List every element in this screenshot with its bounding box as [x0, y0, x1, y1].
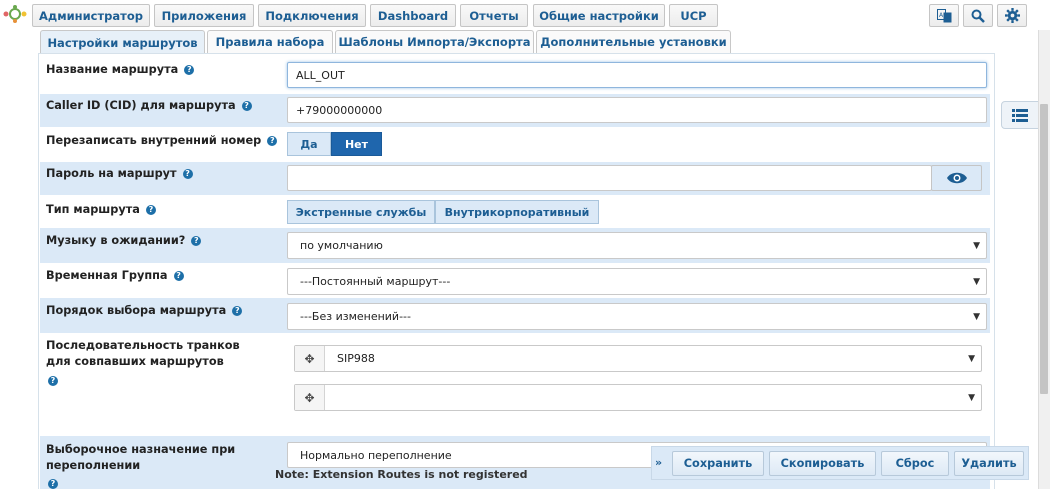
- settings-button[interactable]: [997, 4, 1027, 27]
- overwrite-no-button[interactable]: Нет: [331, 132, 382, 156]
- translate-button[interactable]: A: [929, 4, 959, 27]
- route-type-label: Тип маршрута?: [46, 202, 156, 218]
- chevron-down-icon: ▼: [973, 277, 980, 287]
- overflow-dest-value: Нормально переполнение: [300, 448, 452, 462]
- search-button[interactable]: [963, 4, 993, 27]
- collapse-chevron-icon[interactable]: »: [655, 456, 662, 469]
- drag-handle-icon[interactable]: ✥: [295, 346, 325, 371]
- chevron-down-icon: ▼: [968, 393, 975, 403]
- row-overwrite-ext: Перезаписать внутренний номер?: [40, 127, 990, 162]
- chevron-down-icon: ▼: [973, 241, 980, 251]
- route-position-label: Порядок выбора маршрута?: [46, 303, 243, 319]
- route-position-value: ---Без изменений---: [300, 310, 411, 323]
- route-name-input[interactable]: ALL_OUT: [287, 62, 987, 88]
- tab-route-settings[interactable]: Настройки маршрутов: [40, 30, 205, 54]
- overwrite-yes-button[interactable]: Да: [287, 132, 331, 156]
- page: Администратор Приложения Подключения Das…: [0, 0, 1050, 489]
- help-icon[interactable]: ?: [173, 271, 184, 281]
- delete-button[interactable]: Удалить: [954, 451, 1024, 476]
- help-icon[interactable]: ?: [145, 205, 156, 215]
- reset-button[interactable]: Сброс: [881, 451, 949, 476]
- help-icon[interactable]: ?: [191, 236, 202, 246]
- freepbx-logo-icon: [3, 5, 27, 23]
- help-icon[interactable]: ?: [232, 306, 243, 316]
- nav-admin[interactable]: Администратор: [32, 4, 150, 27]
- nav-ucp[interactable]: UCP: [669, 4, 718, 27]
- chevron-down-icon: ▼: [973, 312, 980, 322]
- route-name-label: Название маршрута?: [46, 62, 195, 78]
- route-type-emergency-button[interactable]: Экстренные службы: [287, 200, 435, 224]
- help-icon[interactable]: ?: [241, 101, 252, 111]
- route-position-select[interactable]: ---Без изменений--- ▼: [287, 303, 987, 330]
- trunk-select-2[interactable]: ✥ ▼: [294, 384, 982, 411]
- overwrite-ext-label: Перезаписать внутренний номер?: [46, 133, 278, 149]
- top-navbar: Администратор Приложения Подключения Das…: [0, 0, 1050, 30]
- gear-icon: [1004, 8, 1020, 23]
- translate-icon: A: [936, 8, 951, 22]
- copy-button[interactable]: Скопировать: [769, 451, 876, 476]
- route-list-button[interactable]: [1001, 101, 1039, 129]
- time-group-select[interactable]: ---Постоянный маршрут--- ▼: [287, 268, 987, 295]
- scrollbar-thumb[interactable]: [1040, 104, 1048, 394]
- nav-reports[interactable]: Отчеты: [460, 4, 528, 27]
- caller-id-label: Caller ID (CID) для маршрута?: [46, 98, 252, 114]
- search-icon: [971, 9, 985, 23]
- help-icon[interactable]: ?: [182, 169, 193, 179]
- time-group-value: ---Постоянный маршрут---: [300, 275, 451, 288]
- help-icon[interactable]: ?: [48, 376, 58, 386]
- caller-id-input[interactable]: +79000000000: [287, 97, 987, 123]
- tab-additional-settings[interactable]: Дополнительные установки: [536, 30, 731, 53]
- save-button[interactable]: Сохранить: [672, 451, 764, 476]
- nav-applications[interactable]: Приложения: [154, 4, 254, 27]
- music-on-hold-value: по умолчанию: [300, 239, 383, 252]
- chevron-down-icon: ▼: [968, 354, 975, 364]
- time-group-label: Временная Группа?: [46, 268, 184, 284]
- show-password-button[interactable]: [931, 165, 982, 191]
- extension-routes-note: Note: Extension Routes is not registered: [275, 468, 528, 481]
- nav-dashboard[interactable]: Dashboard: [370, 4, 456, 27]
- overflow-dest-label: Выборочное назначение при переполнении?: [46, 443, 236, 489]
- route-type-intracompany-button[interactable]: Внутрикорпоративный: [435, 200, 599, 224]
- route-password-input[interactable]: [287, 165, 932, 191]
- trunk-sequence-label: Последовательность транков для совпавших…: [46, 339, 240, 386]
- music-on-hold-label: Музыку в ожидании??: [46, 233, 202, 249]
- help-icon[interactable]: ?: [48, 479, 58, 489]
- help-icon[interactable]: ?: [267, 136, 278, 146]
- nav-connectivity[interactable]: Подключения: [258, 4, 366, 27]
- svg-text:A: A: [939, 12, 944, 19]
- action-bar: » Сохранить Скопировать Сброс Удалить: [651, 446, 1029, 480]
- tab-dial-patterns[interactable]: Правила набора: [207, 30, 333, 53]
- list-icon: [1012, 108, 1028, 122]
- route-password-label: Пароль на маршрут?: [46, 166, 193, 182]
- drag-handle-icon[interactable]: ✥: [295, 385, 325, 410]
- eye-icon: [946, 172, 967, 184]
- music-on-hold-select[interactable]: по умолчанию ▼: [287, 232, 987, 259]
- help-icon[interactable]: ?: [184, 65, 195, 75]
- tab-import-export[interactable]: Шаблоны Импорта/Экспорта: [335, 30, 534, 53]
- nav-settings[interactable]: Общие настройки: [533, 4, 665, 27]
- trunk-select-1[interactable]: ✥ SIP988 ▼: [294, 345, 982, 372]
- trunk-1-value: SIP988: [337, 352, 375, 365]
